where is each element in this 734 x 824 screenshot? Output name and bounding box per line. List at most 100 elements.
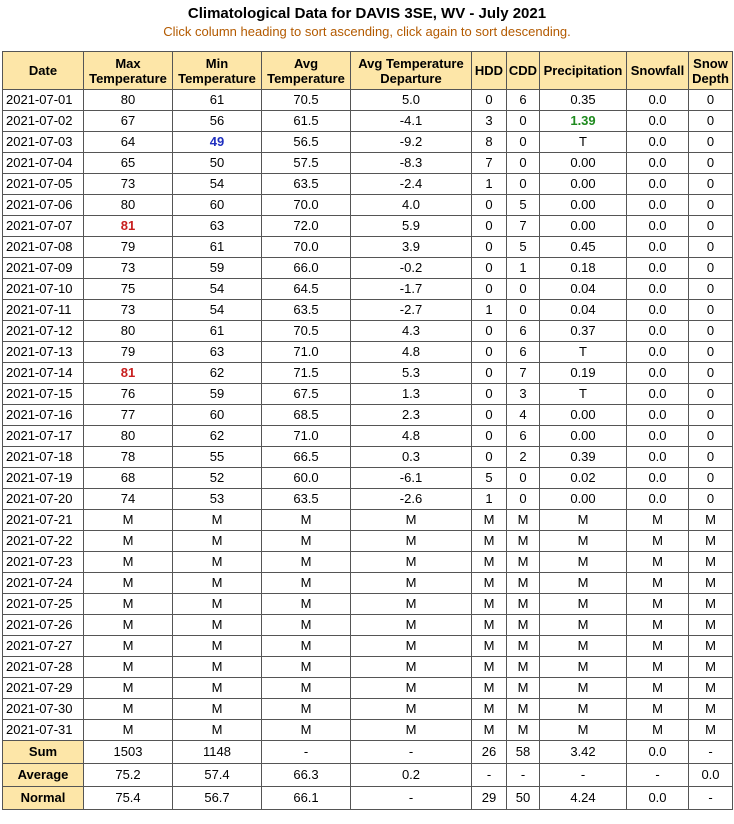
cell-avg: M [261, 656, 351, 678]
cell-snow: M [626, 719, 689, 741]
cell-max: 80 [83, 425, 173, 447]
cell-avg: M [261, 572, 351, 594]
cell-min: 50 [172, 152, 262, 174]
cell-dep: M [350, 656, 472, 678]
cell-pcp: M [539, 551, 627, 573]
summary-cell-min: 56.7 [172, 786, 262, 810]
cell-cdd: M [506, 572, 540, 594]
column-header-avg-temperature[interactable]: Avg Temperature [261, 51, 351, 90]
column-header-snow-depth[interactable]: Snow Depth [688, 51, 733, 90]
column-header-min-temperature[interactable]: Min Temperature [172, 51, 262, 90]
cell-cdd: M [506, 614, 540, 636]
cell-pcp: T [539, 341, 627, 363]
column-header-precipitation[interactable]: Precipitation [539, 51, 627, 90]
cell-cdd: M [506, 593, 540, 615]
cell-cdd: 0 [506, 278, 540, 300]
cell-hdd: 3 [471, 110, 507, 132]
cell-pcp: M [539, 614, 627, 636]
column-header-hdd[interactable]: HDD [471, 51, 507, 90]
summary-cell-depth: 0.0 [688, 763, 733, 787]
cell-pcp: M [539, 530, 627, 552]
cell-dep: -2.4 [350, 173, 472, 195]
cell-snow: 0.0 [626, 89, 689, 111]
table-row: 2021-07-26 M M M M M M M M M [2, 614, 733, 636]
cell-dep: 4.3 [350, 320, 472, 342]
cell-snow: 0.0 [626, 278, 689, 300]
cell-date: 2021-07-15 [2, 383, 84, 405]
cell-pcp: T [539, 383, 627, 405]
cell-pcp: 0.00 [539, 194, 627, 216]
column-header-snowfall[interactable]: Snowfall [626, 51, 689, 90]
summary-cell-max: 75.4 [83, 786, 173, 810]
cell-dep: M [350, 572, 472, 594]
summary-cell-pcp: 3.42 [539, 740, 627, 764]
table-row: 2021-07-11 73 54 63.5 -2.7 1 0 0.04 0.0 0 [2, 299, 733, 321]
cell-snow: 0.0 [626, 110, 689, 132]
cell-date: 2021-07-19 [2, 467, 84, 489]
cell-date: 2021-07-28 [2, 656, 84, 678]
cell-date: 2021-07-26 [2, 614, 84, 636]
cell-min: M [172, 656, 262, 678]
summary-label: Average [2, 763, 84, 787]
summary-cell-snow: - [626, 763, 689, 787]
cell-cdd: 5 [506, 236, 540, 258]
table-row: 2021-07-30 M M M M M M M M M [2, 698, 733, 720]
cell-depth: 0 [688, 362, 733, 384]
cell-hdd: M [471, 530, 507, 552]
cell-cdd: 6 [506, 341, 540, 363]
cell-depth: 0 [688, 110, 733, 132]
column-header-cdd[interactable]: CDD [506, 51, 540, 90]
cell-max: 81 [83, 362, 173, 384]
cell-pcp: M [539, 656, 627, 678]
cell-dep: 4.0 [350, 194, 472, 216]
cell-hdd: 1 [471, 299, 507, 321]
header-row: Date Max Temperature Min Temperature Avg Te… [2, 51, 733, 90]
cell-snow: M [626, 572, 689, 594]
cell-pcp: M [539, 719, 627, 741]
cell-snow: M [626, 677, 689, 699]
cell-pcp: M [539, 572, 627, 594]
cell-dep: 5.3 [350, 362, 472, 384]
column-header-avg-temperature-departure[interactable]: Avg Temperature Departure [350, 51, 472, 90]
summary-cell-min: 1148 [172, 740, 262, 764]
cell-date: 2021-07-13 [2, 341, 84, 363]
cell-cdd: M [506, 656, 540, 678]
cell-dep: M [350, 698, 472, 720]
cell-avg: 61.5 [261, 110, 351, 132]
cell-dep: M [350, 509, 472, 531]
cell-avg: M [261, 530, 351, 552]
table-row: 2021-07-31 M M M M M M M M M [2, 719, 733, 741]
cell-avg: 63.5 [261, 299, 351, 321]
cell-pcp: 0.00 [539, 215, 627, 237]
cell-max: M [83, 656, 173, 678]
cell-depth: M [688, 614, 733, 636]
cell-hdd: 0 [471, 362, 507, 384]
cell-depth: 0 [688, 404, 733, 426]
cell-min: 55 [172, 446, 262, 468]
cell-avg: 66.5 [261, 446, 351, 468]
cell-max: M [83, 677, 173, 699]
table-row: 2021-07-28 M M M M M M M M M [2, 656, 733, 678]
cell-dep: -1.7 [350, 278, 472, 300]
cell-depth: M [688, 719, 733, 741]
cell-snow: 0.0 [626, 488, 689, 510]
cell-max: 74 [83, 488, 173, 510]
table-header: Date Max Temperature Min Temperature Avg Te… [2, 51, 733, 90]
cell-snow: 0.0 [626, 425, 689, 447]
cell-max: 78 [83, 446, 173, 468]
table-row: 2021-07-06 80 60 70.0 4.0 0 5 0.00 0.0 0 [2, 194, 733, 216]
column-header-max-temperature[interactable]: Max Temperature [83, 51, 173, 90]
cell-cdd: 4 [506, 404, 540, 426]
cell-hdd: M [471, 698, 507, 720]
table-row: 2021-07-15 76 59 67.5 1.3 0 3 T 0.0 0 [2, 383, 733, 405]
cell-min: M [172, 551, 262, 573]
cell-date: 2021-07-23 [2, 551, 84, 573]
cell-hdd: 0 [471, 278, 507, 300]
cell-min: M [172, 635, 262, 657]
column-header-date[interactable]: Date [2, 51, 84, 90]
sort-instructions: Click column heading to sort ascending, … [163, 24, 571, 39]
cell-snow: 0.0 [626, 320, 689, 342]
cell-depth: 0 [688, 257, 733, 279]
table-row: 2021-07-07 81 63 72.0 5.9 0 7 0.00 0.0 0 [2, 215, 733, 237]
summary-cell-hdd: - [471, 763, 507, 787]
